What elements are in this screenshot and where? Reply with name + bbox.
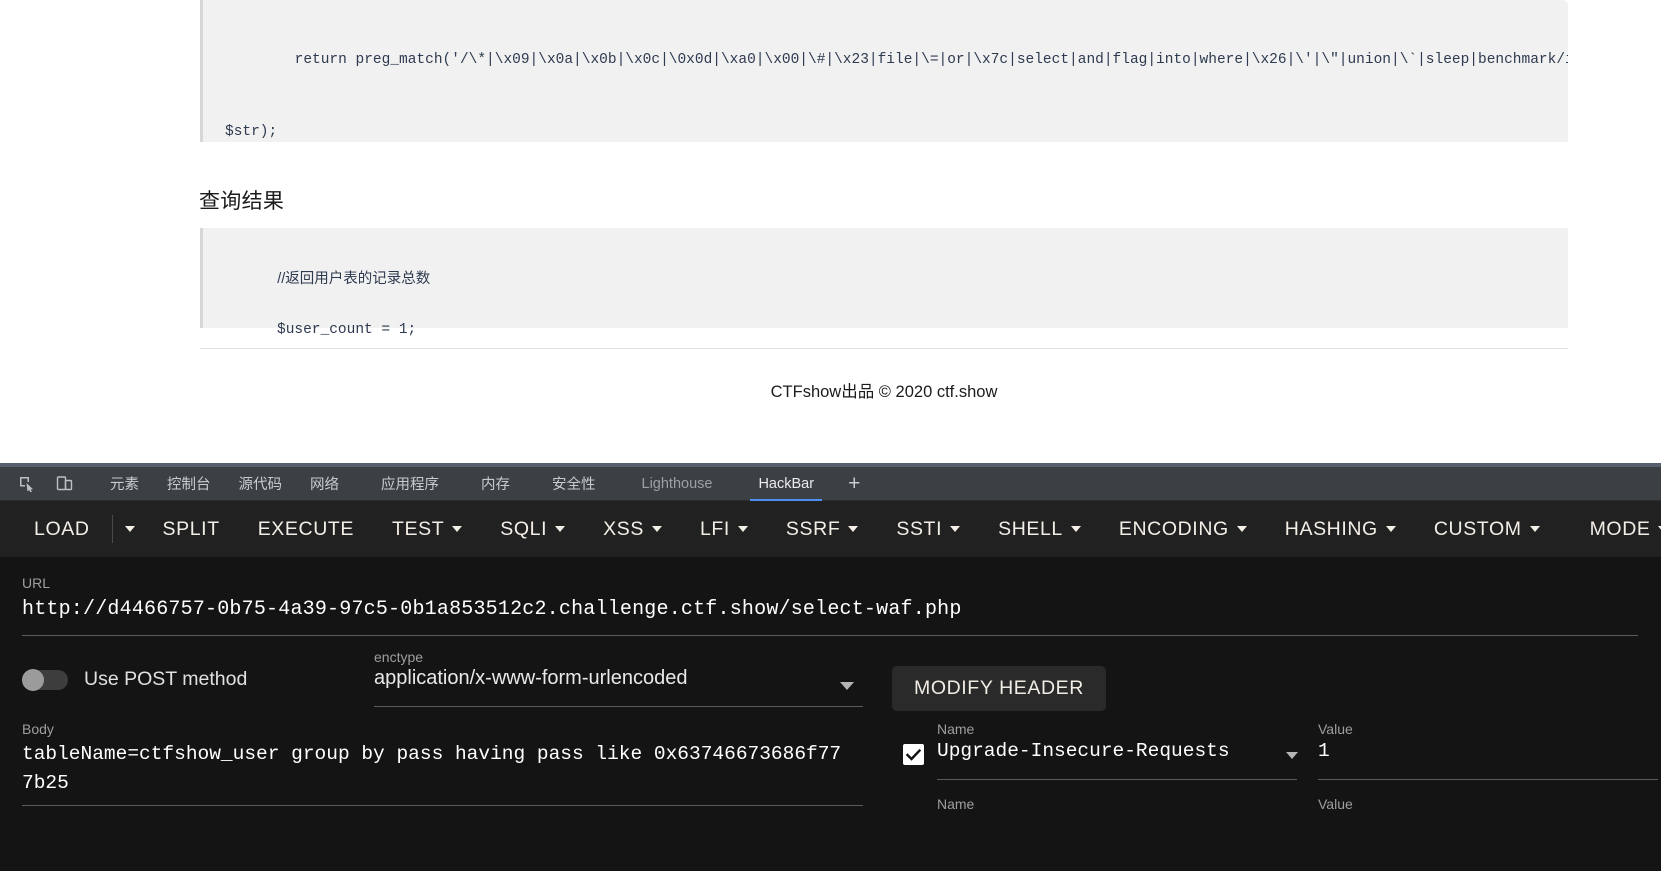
body-input-underline xyxy=(22,805,863,806)
hackbar-test-label: TEST xyxy=(392,517,445,540)
header-name-input[interactable]: Upgrade-Insecure-Requests xyxy=(937,740,1230,762)
hackbar-shell-menu[interactable]: SHELL xyxy=(988,512,1091,547)
hackbar-mode-menu[interactable]: MODE xyxy=(1580,512,1661,547)
devtools-tab-network[interactable]: 网络 xyxy=(296,467,353,501)
chevron-down-icon xyxy=(651,526,662,532)
hackbar-ssrf-label: SSRF xyxy=(785,517,841,540)
result-variable: $user_count = 1; xyxy=(277,322,417,338)
url-input[interactable]: http://d4466757-0b75-4a39-97c5-0b1a85351… xyxy=(22,598,962,621)
url-field-label: URL xyxy=(22,575,51,591)
chevron-down-icon xyxy=(1385,526,1396,532)
hackbar-ssti-label: SSTI xyxy=(896,517,943,540)
query-result-block: //返回用户表的记录总数 $user_count = 1; xyxy=(200,228,1568,338)
header-name-placeholder: Name xyxy=(937,796,975,812)
header-row-checkbox[interactable] xyxy=(903,744,924,765)
page-footer: CTFshow出品 © 2020 ctf.show xyxy=(770,383,998,401)
devtools-tab-hackbar[interactable]: HackBar xyxy=(744,467,828,501)
chevron-down-icon xyxy=(950,526,961,532)
toggle-track[interactable] xyxy=(22,668,68,691)
chevron-down-icon xyxy=(1070,526,1081,532)
hackbar-load-button[interactable]: LOAD xyxy=(24,512,100,547)
enctype-field-label: enctype xyxy=(374,649,424,665)
toggle-knob xyxy=(22,668,44,691)
hackbar-hashing-menu[interactable]: HASHING xyxy=(1275,512,1406,547)
code-line: return preg_match('/\*|\x09|\x0a|\x0b|\x… xyxy=(225,52,1568,68)
hackbar-custom-label: CUSTOM xyxy=(1433,517,1522,540)
devtools-tab-sources[interactable]: 源代码 xyxy=(225,467,297,501)
body-input[interactable]: tableName=ctfshow_user group by pass hav… xyxy=(22,740,842,798)
hackbar-custom-menu[interactable]: CUSTOM xyxy=(1424,512,1550,547)
chevron-down-icon[interactable] xyxy=(1286,752,1298,759)
hackbar-lfi-menu[interactable]: LFI xyxy=(690,512,758,547)
page-divider xyxy=(200,348,1568,349)
hackbar-ssti-menu[interactable]: SSTI xyxy=(886,512,970,547)
hackbar-split-button[interactable]: SPLIT xyxy=(153,512,230,547)
browser-page-content: return preg_match('/\*|\x09|\x0a|\x0b|\x… xyxy=(0,0,1568,463)
devtools-tab-application[interactable]: 应用程序 xyxy=(367,467,453,501)
hackbar-load-dropdown-button[interactable] xyxy=(111,515,147,543)
devtools-tab-console[interactable]: 控制台 xyxy=(153,467,225,501)
page-left-gutter xyxy=(0,0,200,463)
modify-header-button[interactable]: MODIFY HEADER xyxy=(892,666,1106,711)
hackbar-xss-label: XSS xyxy=(603,517,644,540)
hackbar-hashing-label: HASHING xyxy=(1284,517,1378,540)
device-toolbar-icon[interactable] xyxy=(50,471,78,497)
chevron-down-icon xyxy=(737,526,748,532)
inspect-element-icon[interactable] xyxy=(12,471,40,497)
add-tab-button[interactable]: + xyxy=(840,473,868,494)
body-field-label: Body xyxy=(22,721,54,737)
use-post-method-toggle[interactable]: Use POST method xyxy=(22,668,247,691)
header-value-placeholder: Value xyxy=(1318,796,1353,812)
hackbar-test-menu[interactable]: TEST xyxy=(382,512,472,547)
chevron-down-icon xyxy=(452,526,463,532)
hackbar-shell-label: SHELL xyxy=(998,517,1063,540)
screen-root: return preg_match('/\*|\x09|\x0a|\x0b|\x… xyxy=(0,0,1661,871)
devtools-tab-elements[interactable]: 元素 xyxy=(96,467,153,501)
hackbar-mode-label: MODE xyxy=(1589,517,1651,540)
header-value-underline xyxy=(1318,779,1658,780)
hackbar-xss-menu[interactable]: XSS xyxy=(593,512,672,547)
page-right-strip xyxy=(1568,0,1661,463)
enctype-select-underline xyxy=(374,706,863,707)
chevron-down-icon xyxy=(1236,526,1247,532)
devtools-tabbar: 元素 控制台 源代码 网络 应用程序 内存 安全性 Lighthouse Hac… xyxy=(0,467,1661,501)
header-value-input[interactable]: 1 xyxy=(1318,740,1330,762)
hackbar-execute-button[interactable]: EXECUTE xyxy=(248,512,364,547)
code-line: $str); xyxy=(225,124,278,140)
devtools-tab-lighthouse[interactable]: Lighthouse xyxy=(628,467,727,501)
query-result-heading: 查询结果 xyxy=(199,190,285,213)
devtools-panel: 元素 控制台 源代码 网络 应用程序 内存 安全性 Lighthouse Hac… xyxy=(0,463,1661,871)
use-post-method-label: Use POST method xyxy=(84,668,248,690)
devtools-tab-security[interactable]: 安全性 xyxy=(538,467,610,501)
chevron-down-icon[interactable] xyxy=(840,682,854,690)
hackbar-lfi-label: LFI xyxy=(699,517,730,540)
hackbar-sqli-menu[interactable]: SQLI xyxy=(490,512,575,547)
result-comment: //返回用户表的记录总数 xyxy=(277,271,431,287)
chevron-down-icon xyxy=(848,526,859,532)
hackbar-toolbar: LOAD SPLIT EXECUTE TEST SQLI XSS LFI SSR… xyxy=(0,501,1661,557)
hackbar-sqli-label: SQLI xyxy=(500,517,548,540)
chevron-down-icon xyxy=(124,526,135,532)
chevron-down-icon xyxy=(1529,526,1540,532)
hackbar-encoding-label: ENCODING xyxy=(1118,517,1229,540)
hackbar-ssrf-menu[interactable]: SSRF xyxy=(776,512,868,547)
header-name-underline xyxy=(937,779,1297,780)
header-name-column-label: Name xyxy=(937,721,975,737)
devtools-tab-memory[interactable]: 内存 xyxy=(467,467,524,501)
waf-source-code-block: return preg_match('/\*|\x09|\x0a|\x0b|\x… xyxy=(200,0,1568,142)
url-input-underline xyxy=(22,635,1638,636)
header-value-column-label: Value xyxy=(1318,721,1353,737)
chevron-down-icon xyxy=(555,526,566,532)
hackbar-encoding-menu[interactable]: ENCODING xyxy=(1109,512,1257,547)
enctype-select-value[interactable]: application/x-www-form-urlencoded xyxy=(374,667,687,690)
